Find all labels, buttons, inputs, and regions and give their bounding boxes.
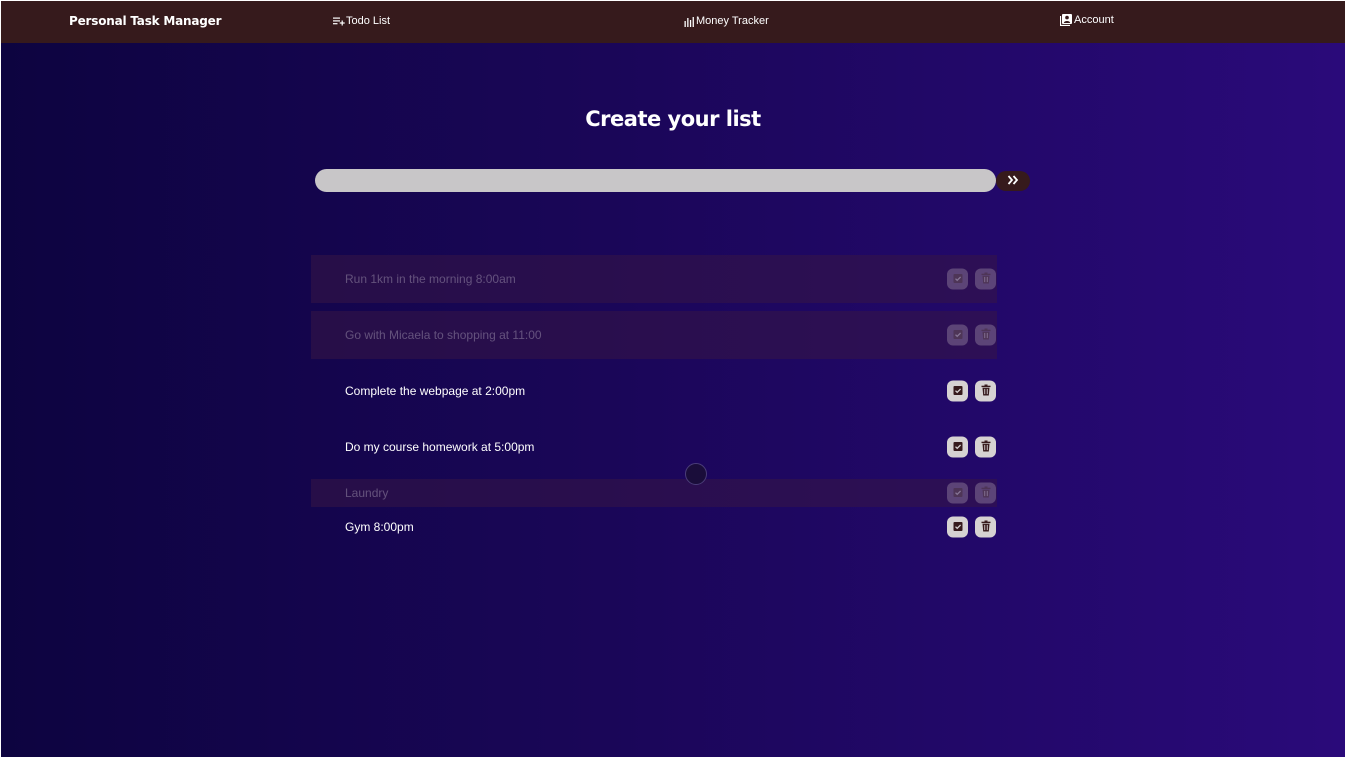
complete-task-button[interactable] bbox=[947, 516, 968, 538]
bar-chart-icon bbox=[684, 17, 695, 27]
delete-task-button[interactable] bbox=[975, 436, 996, 458]
mouse-cursor-indicator bbox=[685, 463, 707, 485]
account-box-icon bbox=[1060, 14, 1073, 26]
page-title: Create your list bbox=[585, 107, 761, 131]
check-box-icon bbox=[953, 438, 963, 456]
trash-icon bbox=[981, 484, 991, 502]
delete-task-button[interactable] bbox=[975, 380, 996, 402]
trash-icon bbox=[981, 326, 991, 344]
navbar: Personal Task Manager Todo List Money Tr… bbox=[1, 1, 1345, 43]
task-row: Go with Micaela to shopping at 11:00 bbox=[311, 311, 997, 359]
delete-task-button[interactable] bbox=[975, 324, 996, 346]
complete-task-button[interactable] bbox=[947, 482, 968, 504]
check-box-icon bbox=[953, 518, 963, 536]
complete-task-button[interactable] bbox=[947, 324, 968, 346]
add-task-button[interactable] bbox=[996, 171, 1030, 191]
check-box-icon bbox=[953, 484, 963, 502]
task-text: Run 1km in the morning 8:00am bbox=[345, 272, 516, 286]
delete-task-button[interactable] bbox=[975, 482, 996, 504]
app-frame: Personal Task Manager Todo List Money Tr… bbox=[1, 1, 1345, 757]
trash-icon bbox=[981, 270, 991, 288]
delete-task-button[interactable] bbox=[975, 516, 996, 538]
trash-icon bbox=[981, 438, 991, 456]
trash-icon bbox=[981, 382, 991, 400]
nav-link-account[interactable]: Account bbox=[1060, 14, 1114, 26]
task-text: Gym 8:00pm bbox=[345, 520, 414, 534]
nav-link-label: Account bbox=[1074, 14, 1114, 26]
nav-link-todo-list[interactable]: Todo List bbox=[333, 15, 390, 27]
nav-link-label: Todo List bbox=[346, 15, 391, 27]
nav-link-money-tracker[interactable]: Money Tracker bbox=[684, 15, 769, 27]
trash-icon bbox=[981, 518, 991, 536]
complete-task-button[interactable] bbox=[947, 436, 968, 458]
double-chevron-right-icon bbox=[1007, 172, 1019, 190]
delete-task-button[interactable] bbox=[975, 268, 996, 290]
task-input[interactable] bbox=[315, 169, 996, 192]
task-row: Laundry bbox=[311, 479, 997, 507]
complete-task-button[interactable] bbox=[947, 268, 968, 290]
task-row: Run 1km in the morning 8:00am bbox=[311, 255, 997, 303]
task-row: Gym 8:00pm bbox=[311, 513, 997, 541]
task-text: Do my course homework at 5:00pm bbox=[345, 440, 535, 454]
check-box-icon bbox=[953, 326, 963, 344]
check-box-icon bbox=[953, 270, 963, 288]
complete-task-button[interactable] bbox=[947, 380, 968, 402]
nav-link-label: Money Tracker bbox=[696, 15, 769, 27]
check-box-icon bbox=[953, 382, 963, 400]
task-text: Go with Micaela to shopping at 11:00 bbox=[345, 328, 542, 342]
brand-title: Personal Task Manager bbox=[69, 14, 222, 28]
task-text: Laundry bbox=[345, 486, 389, 500]
task-text: Complete the webpage at 2:00pm bbox=[345, 384, 526, 398]
task-row: Do my course homework at 5:00pm bbox=[311, 423, 997, 471]
task-row: Complete the webpage at 2:00pm bbox=[311, 367, 997, 415]
playlist-add-icon bbox=[333, 17, 345, 27]
